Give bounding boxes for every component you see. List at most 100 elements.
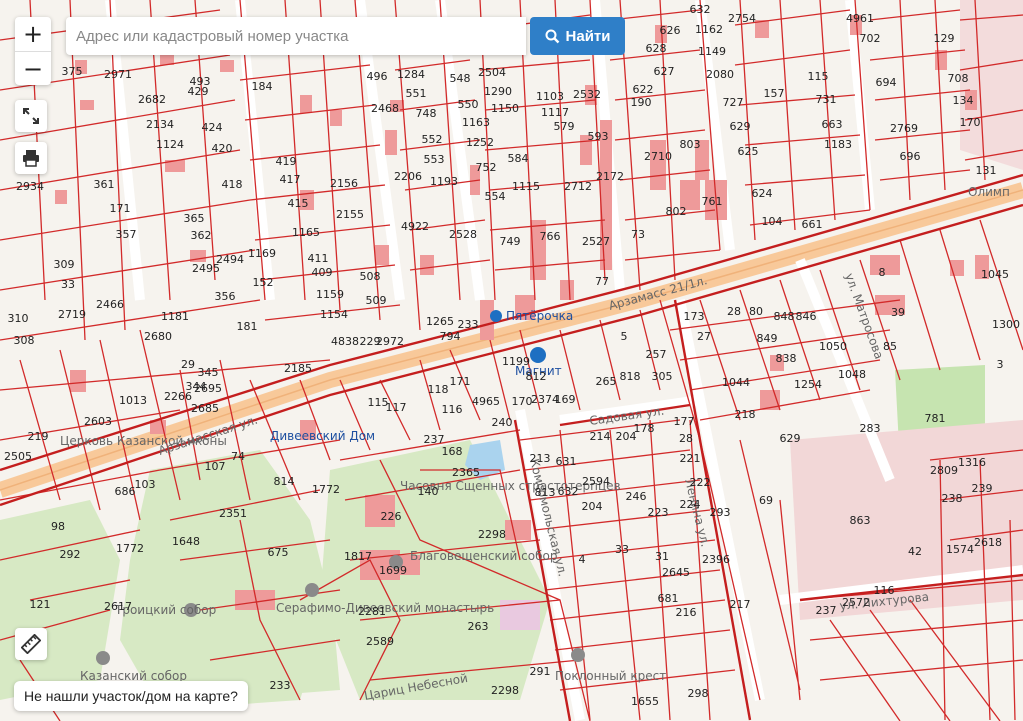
parcel-number: 85 xyxy=(883,340,897,353)
parcel-number: 812 xyxy=(526,370,547,383)
parcel-number: 226 xyxy=(381,510,402,523)
zoom-out-button[interactable]: − xyxy=(15,52,51,86)
cadastral-map[interactable]: Арзамасская ул. Арзамасс 21/1л. Садовая … xyxy=(0,0,1023,721)
parcel-number: 632 xyxy=(558,485,579,498)
parcel-number: 233 xyxy=(458,318,479,331)
parcel-number: 29 xyxy=(181,358,195,371)
help-link[interactable]: Не нашли участок/дом на карте? xyxy=(14,681,248,711)
parcel-number: 418 xyxy=(222,178,243,191)
parcel-number: 134 xyxy=(953,94,974,107)
parcel-number: 181 xyxy=(237,320,258,333)
parcel-number: 752 xyxy=(476,161,497,174)
parcel-number: 1252 xyxy=(466,136,494,149)
parcel-number: 33 xyxy=(61,278,75,291)
parcel-number: 170 xyxy=(512,395,533,408)
parcel-number: 216 xyxy=(676,606,697,619)
print-button[interactable] xyxy=(15,142,47,174)
parcel-number: 2281 xyxy=(358,605,386,618)
parcel-number: 1103 xyxy=(536,90,564,103)
parcel-number: 69 xyxy=(759,494,773,507)
parcel-number: 2298 xyxy=(491,684,519,697)
parcel-number: 171 xyxy=(450,375,471,388)
parcel-number: 239 xyxy=(972,482,993,495)
parcel-number: 1149 xyxy=(698,45,726,58)
parcel-number: 1013 xyxy=(119,394,147,407)
search-button[interactable]: Найти xyxy=(530,17,625,55)
parcel-number: 204 xyxy=(582,500,603,513)
parcel-number: 509 xyxy=(366,294,387,307)
parcel-number: 863 xyxy=(850,514,871,527)
parcel-number: 675 xyxy=(268,546,289,559)
parcel-number: 629 xyxy=(780,432,801,445)
parcel-number: 551 xyxy=(406,87,427,100)
parcel-number: 417 xyxy=(280,173,301,186)
parcel-number: 813 xyxy=(535,486,556,499)
parcel-number: 283 xyxy=(860,422,881,435)
parcel-number: 222 xyxy=(690,476,711,489)
parcel-number: 28 xyxy=(679,432,693,445)
parcel-number: 1165 xyxy=(292,226,320,239)
parcel-number: 1284 xyxy=(397,68,425,81)
parcel-number: 1574 xyxy=(946,543,974,556)
parcel-number: 415 xyxy=(288,197,309,210)
parcel-number: 298 xyxy=(688,687,709,700)
parcel-number: 184 xyxy=(252,80,273,93)
parcel-number: 213 xyxy=(530,452,551,465)
parcel-number: 2351 xyxy=(219,507,247,520)
parcel-number: 2155 xyxy=(336,208,364,221)
parcel-number: 107 xyxy=(205,460,226,473)
parcel-number: 2172 xyxy=(596,170,624,183)
parcel-number: 265 xyxy=(596,375,617,388)
street-label-olimp: Олимп xyxy=(968,185,1010,199)
parcel-number: 8 xyxy=(879,266,886,279)
parcel-number: 5 xyxy=(621,330,628,343)
parcel-number: 291 xyxy=(530,665,551,678)
parcel-number: 2396 xyxy=(702,553,730,566)
parcel-number: 2504 xyxy=(478,66,506,79)
parcel-number: 579 xyxy=(554,120,575,133)
parcel-number: 1316 xyxy=(958,456,986,469)
parcel-number: 345 xyxy=(198,366,219,379)
parcel-number: 2527 xyxy=(582,235,610,248)
parcel-number: 554 xyxy=(485,190,506,203)
search-input[interactable] xyxy=(66,17,526,55)
expand-icon xyxy=(23,108,39,124)
parcel-number: 190 xyxy=(631,96,652,109)
parcel-number: 727 xyxy=(723,96,744,109)
parcel-number: 626 xyxy=(660,24,681,37)
parcel-number: 2594 xyxy=(582,475,610,488)
parcel-number: 257 xyxy=(646,348,667,361)
parcel-number: 2134 xyxy=(146,118,174,131)
parcel-number: 218 xyxy=(735,408,756,421)
parcel-number: 357 xyxy=(116,228,137,241)
parcel-number: 309 xyxy=(54,258,75,271)
search-icon xyxy=(545,29,559,43)
parcel-number: 116 xyxy=(442,403,463,416)
parcel-number: 74 xyxy=(231,450,245,463)
parcel-number: 3 xyxy=(997,358,1004,371)
parcel-number: 628 xyxy=(646,42,667,55)
parcel-number: 115 xyxy=(808,70,829,83)
zoom-in-button[interactable]: + xyxy=(15,17,51,52)
parcel-number: 1169 xyxy=(248,247,276,260)
parcel-number: 2185 xyxy=(284,362,312,375)
parcel-number: 1181 xyxy=(161,310,189,323)
parcel-number: 33 xyxy=(615,543,629,556)
parcel-number: 2365 xyxy=(452,466,480,479)
parcel-number: 629 xyxy=(730,120,751,133)
parcel-number: 2712 xyxy=(564,180,592,193)
parcel-number: 818 xyxy=(620,370,641,383)
parcel-number: 28 xyxy=(727,305,741,318)
parcel-number: 2505 xyxy=(4,450,32,463)
parcel-number: 552 xyxy=(422,133,443,146)
parcel-number: 2719 xyxy=(58,308,86,321)
parcel-number: 2589 xyxy=(366,635,394,648)
fullscreen-button[interactable] xyxy=(15,100,47,132)
parcel-number: 748 xyxy=(416,107,437,120)
cross-icon xyxy=(571,648,585,662)
parcel-number: 1300 xyxy=(992,318,1020,331)
parcel-number: 419 xyxy=(276,155,297,168)
poi-poklonny-krest: Поклонный крест xyxy=(555,669,666,683)
measure-button[interactable] xyxy=(15,628,47,660)
parcel-number: 1772 xyxy=(312,483,340,496)
